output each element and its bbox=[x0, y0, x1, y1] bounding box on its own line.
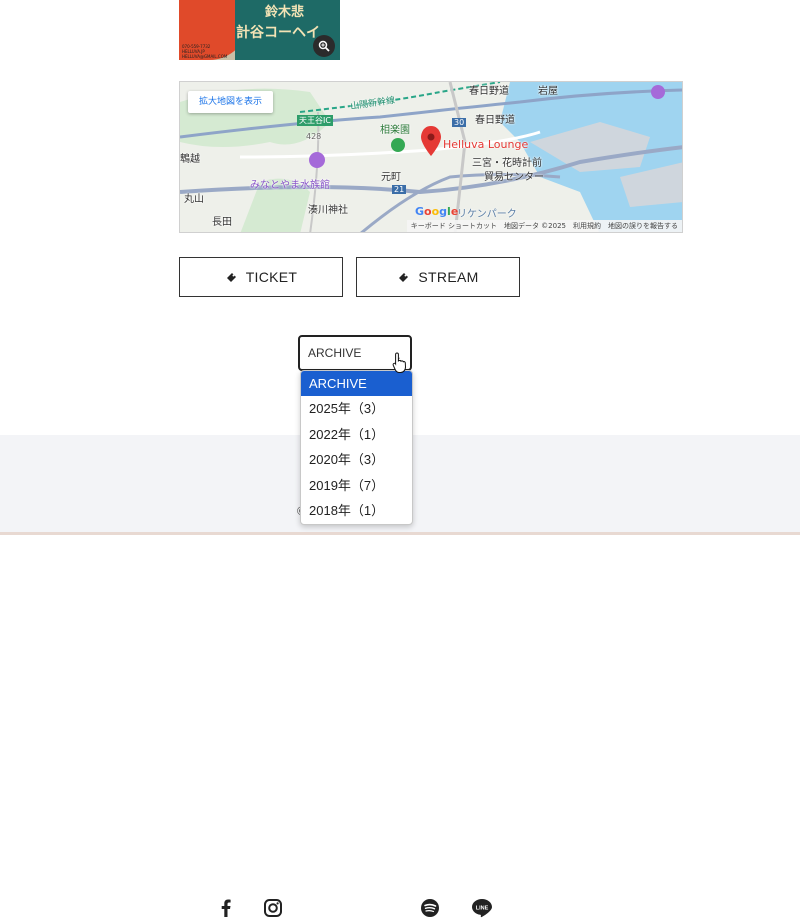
map-label-route30: 30 bbox=[452, 118, 467, 127]
spotify-icon[interactable] bbox=[420, 897, 440, 919]
map-label-nagata: 長田 bbox=[212, 217, 232, 228]
map-label-park: リケンパーク bbox=[457, 209, 517, 220]
map-label-kasugano2: 春日野道 bbox=[475, 115, 515, 126]
poster-contact-3: HELLUVA@GMAIL.COM bbox=[182, 54, 228, 59]
archive-option[interactable]: 2022年（1） bbox=[301, 422, 412, 447]
ticket-button-label: TICKET bbox=[245, 269, 298, 285]
stream-button[interactable]: STREAM bbox=[356, 257, 520, 297]
venue-map[interactable]: 拡大地図を表示 春日野道 岩屋 山陽新幹線 春日野道 天王谷IC 428 30 … bbox=[179, 81, 683, 233]
map-label-aquarium: みなとやま水族館 bbox=[250, 180, 330, 191]
stream-button-label: STREAM bbox=[418, 269, 479, 285]
map-label-sourakuen: 相楽園 bbox=[380, 125, 410, 136]
instagram-icon[interactable] bbox=[263, 897, 283, 919]
map-label-maruyama: 丸山 bbox=[184, 194, 204, 205]
map-label-sannomiya: 三宮・花時計前 bbox=[472, 158, 542, 169]
line-icon[interactable]: LINE bbox=[471, 897, 493, 919]
archive-dropdown-list[interactable]: ARCHIVE 2025年（3） 2022年（1） 2020年（3） 2019年… bbox=[300, 370, 413, 525]
facebook-icon[interactable] bbox=[218, 897, 234, 919]
archive-select-value: ARCHIVE bbox=[308, 346, 362, 360]
map-label-route21: 21 bbox=[392, 185, 407, 194]
archive-option[interactable]: 2018年（1） bbox=[301, 498, 412, 523]
map-label-iwaya: 岩屋 bbox=[538, 86, 558, 97]
svg-text:LINE: LINE bbox=[476, 906, 489, 912]
map-label-minatogawa: 湊川神社 bbox=[308, 205, 348, 216]
map-label-boeki: 貿易センター bbox=[484, 172, 544, 183]
map-label-route428: 428 bbox=[306, 132, 322, 141]
archive-option[interactable]: 2019年（7） bbox=[301, 473, 412, 498]
google-logo: Google bbox=[415, 205, 459, 218]
poster-name-1: 鈴木悲 bbox=[265, 5, 305, 20]
ticket-button[interactable]: TICKET bbox=[179, 257, 343, 297]
map-label-venue: Helluva Lounge bbox=[443, 138, 529, 151]
ticket-icon bbox=[225, 271, 238, 284]
archive-option[interactable]: 2025年（3） bbox=[301, 396, 412, 421]
map-label-echigo: 鵯越 bbox=[180, 154, 200, 165]
map-label-kasugano: 春日野道 bbox=[469, 86, 509, 97]
archive-option[interactable]: 2020年（3） bbox=[301, 447, 412, 472]
ticket-icon bbox=[397, 271, 410, 284]
zoom-in-icon[interactable] bbox=[313, 35, 335, 57]
poster-name-2: 計谷コーヘイ bbox=[236, 25, 320, 41]
map-label-motomachi: 元町 bbox=[381, 172, 401, 183]
hand-cursor-icon bbox=[392, 352, 408, 378]
enlarge-map-button[interactable]: 拡大地図を表示 bbox=[188, 91, 274, 113]
map-label-tenno-ic: 天王谷IC bbox=[297, 115, 333, 126]
map-footer[interactable]: キーボード ショートカット 地図データ ©2025 利用規約 地図の誤りを報告す… bbox=[406, 220, 682, 232]
